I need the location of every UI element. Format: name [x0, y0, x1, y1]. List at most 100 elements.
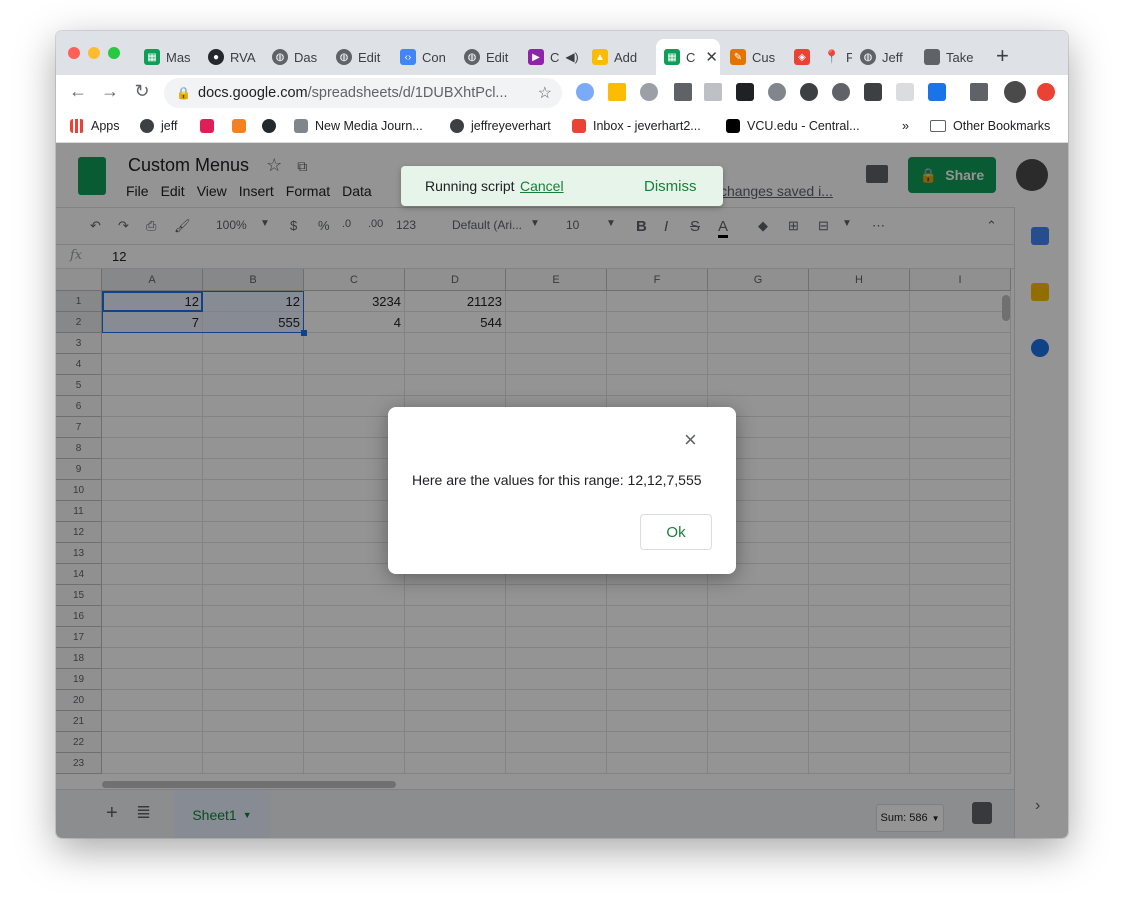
globe-icon: ◍	[272, 49, 288, 65]
browser-tab[interactable]: ◍ Edit	[328, 39, 392, 75]
json-extension-icon[interactable]	[928, 83, 946, 101]
tab-strip: ▦ Mas ● RVA ◍ Das ◍ Edit ‹› Con ◍ Edit ▶…	[56, 31, 1068, 75]
browser-tab[interactable]: ▦ Mas	[136, 39, 200, 75]
other-bookmarks-folder[interactable]: Other Bookmarks	[930, 119, 1050, 133]
bookmark-apps[interactable]: Apps	[70, 119, 120, 133]
globe-icon: ◍	[464, 49, 480, 65]
profile-avatar[interactable]	[1004, 81, 1026, 103]
code-extension-icon[interactable]	[704, 83, 722, 101]
bookmark-label: Inbox - jeverhart2...	[593, 119, 701, 133]
bookmark-label: Apps	[91, 119, 120, 133]
address-bar[interactable]: 🔒 docs.google.com/spreadsheets/d/1DUBXht…	[164, 78, 562, 108]
globe-icon: ◍	[860, 49, 876, 65]
tab-label: Das	[294, 49, 318, 65]
more-bookmarks-label: »	[902, 119, 909, 133]
folder-icon	[930, 120, 946, 132]
apps-grid-icon	[70, 119, 84, 133]
browser-tab[interactable]: 📍 F	[816, 39, 852, 75]
bookmark-slack[interactable]	[200, 119, 221, 133]
tab-label: C	[550, 49, 560, 65]
tab-label: C	[686, 49, 696, 65]
sheets-icon: ▦	[664, 49, 680, 65]
bookmark-label: Other Bookmarks	[953, 119, 1051, 133]
close-window-button[interactable]	[68, 47, 80, 59]
url-host: docs.google.com	[198, 85, 308, 101]
apple-icon	[924, 49, 940, 65]
extension-icon[interactable]	[576, 83, 594, 101]
browser-tab[interactable]: ◍ Das	[264, 39, 328, 75]
tab-label: Mas	[166, 49, 191, 65]
wordpress-icon[interactable]	[832, 83, 850, 101]
browser-tab[interactable]: Take	[916, 39, 980, 75]
tab-label: RVA	[230, 49, 256, 65]
drive-extension-icon[interactable]	[608, 83, 626, 101]
extension-icon[interactable]	[768, 83, 786, 101]
pin-icon: 📍	[823, 49, 841, 64]
dismiss-toast-button[interactable]: Dismiss	[644, 178, 697, 195]
bookmark-label: New Media Journ...	[315, 119, 423, 133]
bookmark-vcu[interactable]: VCU.edu - Central...	[726, 119, 860, 133]
dialog-message: Here are the values for this range: 12,1…	[412, 472, 702, 488]
bookmark-jeffreyeverhart[interactable]: jeffreyeverhart	[450, 119, 551, 133]
tab-label: Edit	[486, 49, 509, 65]
bookmark-label: VCU.edu - Central...	[747, 119, 860, 133]
minimize-window-button[interactable]	[88, 47, 100, 59]
gmail-icon	[572, 119, 586, 133]
browser-window: ▦ Mas ● RVA ◍ Das ◍ Edit ‹› Con ◍ Edit ▶…	[56, 31, 1068, 838]
notion-icon[interactable]	[736, 83, 754, 101]
globe-icon: ◍	[336, 49, 352, 65]
tab-label: Con	[422, 49, 446, 65]
browser-tab[interactable]: ▶ C ◀)	[520, 39, 584, 75]
back-icon[interactable]: ←	[66, 81, 90, 102]
bookmark-github[interactable]	[262, 119, 283, 133]
vcu-icon	[726, 119, 740, 133]
bookmark-label: jeff	[161, 119, 178, 133]
ok-button[interactable]: Ok	[640, 514, 712, 550]
dropper-extension-icon[interactable]	[674, 83, 692, 101]
tab-label: Cus	[752, 49, 776, 65]
star-bookmark-icon[interactable]: ☆	[538, 83, 552, 103]
bookmark-inbox[interactable]: Inbox - jeverhart2...	[572, 119, 701, 133]
close-icon[interactable]: ×	[684, 429, 697, 451]
sheets-app: Custom Menus ☆ ⧉ File Edit View Insert F…	[56, 143, 1068, 838]
bookmark-stackoverflow[interactable]	[232, 119, 253, 133]
more-bookmarks-button[interactable]: »	[902, 119, 909, 133]
browser-tab[interactable]: ● RVA	[200, 39, 264, 75]
github-icon	[262, 119, 276, 133]
speaker-icon: ◀)	[565, 50, 579, 64]
browser-tab[interactable]: ▲ Add	[584, 39, 648, 75]
browser-tab[interactable]: ◈	[786, 39, 816, 75]
running-script-toast: Running script Cancel Dismiss	[401, 166, 723, 206]
browser-tab[interactable]: ✎ Cus	[722, 39, 786, 75]
maximize-window-button[interactable]	[108, 47, 120, 59]
forward-icon[interactable]: →	[98, 81, 122, 102]
github-icon: ●	[208, 49, 224, 65]
cancel-script-link[interactable]: Cancel	[520, 178, 564, 194]
update-icon[interactable]	[1037, 83, 1055, 101]
journal-icon	[294, 119, 308, 133]
bookmark-new-media[interactable]: New Media Journ...	[294, 119, 423, 133]
browser-tab-active[interactable]: ▦ C ✕	[656, 39, 720, 75]
brush-icon: ✎	[730, 49, 746, 65]
reload-icon[interactable]: ↻	[130, 81, 154, 102]
close-tab-icon[interactable]: ✕	[705, 48, 718, 66]
bookmark-jeff[interactable]: jeff	[140, 119, 177, 133]
shield-icon: ◈	[794, 49, 810, 65]
browser-tab[interactable]: ◍ Jeff	[852, 39, 916, 75]
reading-list-icon[interactable]	[970, 83, 988, 101]
browser-tab[interactable]: ◍ Edit	[456, 39, 520, 75]
alert-dialog: × Here are the values for this range: 12…	[388, 407, 736, 574]
browser-toolbar: ← → ↻ 🔒 docs.google.com/spreadsheets/d/1…	[56, 75, 1068, 111]
extension-icon[interactable]	[864, 83, 882, 101]
code-icon: ‹›	[400, 49, 416, 65]
globe-icon	[450, 119, 464, 133]
browser-tab[interactable]: ‹› Con	[392, 39, 456, 75]
bookmark-label: jeffreyeverhart	[471, 119, 551, 133]
settings-extension-icon[interactable]	[640, 83, 658, 101]
shield-extension-icon[interactable]	[896, 83, 914, 101]
stackoverflow-icon	[232, 119, 246, 133]
new-tab-button[interactable]: +	[996, 43, 1009, 69]
toast-message: Running script	[425, 178, 515, 194]
grammarly-icon[interactable]	[800, 83, 818, 101]
bookmarks-bar: Apps jeff New Media Journ... jeffreyever…	[56, 111, 1068, 143]
